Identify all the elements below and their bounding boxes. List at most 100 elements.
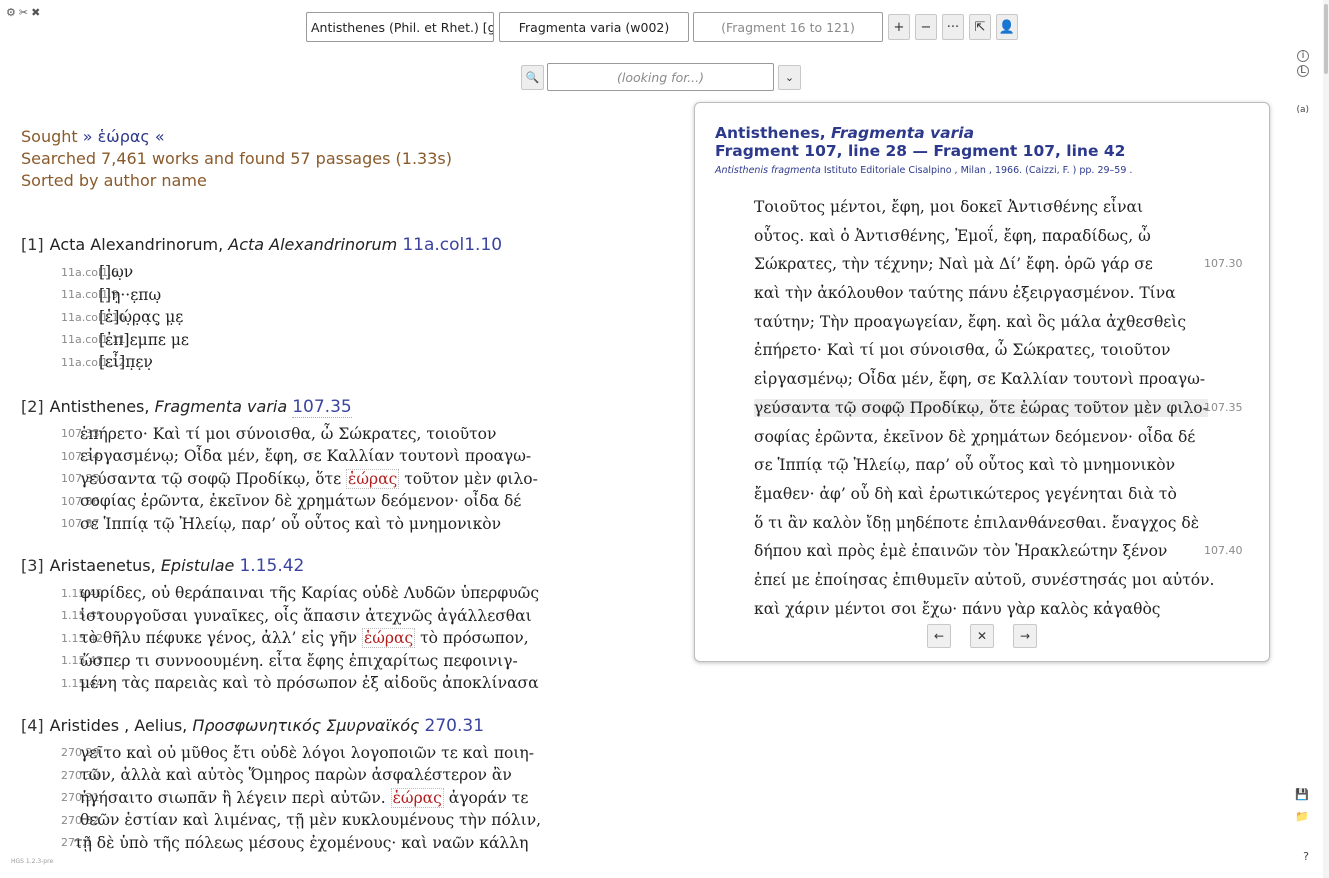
result-location[interactable]: 11a.col1.10 bbox=[402, 235, 502, 255]
panel-line-text: ὅ τι ἂν καλὸν ἴδῃ μηδέποτε ἐπιλανθάνεσθα… bbox=[754, 513, 1200, 532]
result-item: [4] Aristides , Aelius, Προσφωνητικός Σμυ… bbox=[21, 714, 601, 855]
panel-text: Τοιοῦτος μέντοι, ἔφη, μοι δοκεῖ Ἀντισθέν… bbox=[754, 193, 1254, 623]
text-pre: [ἑ]ώ̣ρ̣α̣ς̣ μ̣ε̣ bbox=[99, 308, 184, 327]
search-input[interactable] bbox=[547, 63, 774, 91]
passage-line: 1.15.41 ἱστουργοῦσαι γυναῖκες, οἷς ἅπασιν… bbox=[21, 605, 601, 628]
result-lines: 270.29 γεῖτο καὶ οὐ μῦθος ἔτι οὐδὲ λόγοι … bbox=[21, 742, 601, 855]
result-lines: 1.15.40 φυρίδες, οὐ θεράπαιναι τῆς Καρίας… bbox=[21, 582, 601, 695]
text-post: τοῦτον μὲν φιλο- bbox=[399, 469, 538, 488]
line-number: 1.15.41 bbox=[61, 609, 103, 623]
more-button[interactable]: ··· bbox=[942, 14, 964, 40]
panel-line-text: Σώκρατες, τὴν τέχνην; Ναὶ μὰ Δί’ ἔφη. ὁρ… bbox=[754, 255, 1153, 274]
result-number: [2] bbox=[21, 396, 44, 416]
passage-line: 1.15.42 τὸ θῆλυ πέφυκε γένος, ἀλλ’ εἰς γῆ… bbox=[21, 627, 601, 650]
passage-line: 1.15.40 φυρίδες, οὐ θεράπαιναι τῆς Καρίας… bbox=[21, 582, 601, 605]
text-post: ἀγοράν τε bbox=[443, 788, 529, 807]
sort-info: Sorted by author name bbox=[21, 171, 207, 190]
close-panel-icon[interactable]: ✕ bbox=[970, 624, 994, 648]
result-author: Acta Alexandrinorum bbox=[49, 235, 219, 254]
line-number: 1.15.43 bbox=[61, 654, 103, 668]
line-text: []η̣··ε̣πω̣ bbox=[99, 286, 161, 304]
panel-line-text: γεύσαντα τῷ σοφῷ Προδίκῳ, ὅτε ἑώρας τοῦτ… bbox=[754, 398, 1208, 417]
result-location[interactable]: 107.35 bbox=[292, 396, 352, 418]
line-number: 11a.col1.11 bbox=[61, 333, 126, 347]
passage-line: 107.34 εἰργασμένῳ; Οἶδα μέν, ἔφη, σε Καλλ… bbox=[21, 445, 601, 468]
search-row: 🔍 ⌄ bbox=[521, 63, 801, 91]
panel-line: ὅ τι ἂν καλὸν ἴδῃ μηδέποτε ἐπιλανθάνεσθα… bbox=[754, 509, 1254, 538]
line-number: 11a.col1.9 bbox=[61, 288, 119, 302]
lexicon-icon[interactable]: L bbox=[1297, 65, 1309, 77]
panel-line: σοφίας ἐρῶντα, ἐκεῖνον δὲ χρημάτων δεόμε… bbox=[754, 423, 1254, 452]
remove-button[interactable]: − bbox=[915, 14, 937, 40]
sought-term: ἑώρας bbox=[97, 127, 150, 146]
panel-line-number: 107.40 bbox=[1204, 544, 1243, 558]
line-text: [ἑ]ώ̣ρ̣α̣ς̣ μ̣ε̣ bbox=[99, 308, 183, 326]
text-pre: τῶν, ἀλλὰ καὶ αὐτὸς Ὅμηρος παρὼν ἀσφαλέσ… bbox=[80, 766, 512, 785]
open-external-icon[interactable]: ⇱ bbox=[969, 14, 991, 40]
line-text: τῶν, ἀλλὰ καὶ αὐτὸς Ὅμηρος παρὼν ἀσφαλέσ… bbox=[80, 766, 512, 784]
resize-icon[interactable]: ✂ bbox=[19, 7, 28, 19]
next-icon[interactable]: → bbox=[1013, 624, 1037, 648]
line-text: σοφίας ἐρῶντα, ἐκεῖνον δὲ χρημάτων δεόμε… bbox=[80, 492, 521, 510]
result-author: Aristides , Aelius bbox=[49, 715, 183, 735]
results-list: [1] Acta Alexandrinorum, Acta Alexandrino… bbox=[21, 233, 601, 873]
work-selector[interactable]: Fragmenta varia (w002) bbox=[499, 12, 689, 42]
panel-line: σε Ἱππίᾳ τῷ Ἠλείῳ, παρ’ οὗ οὗτος καὶ τὸ … bbox=[754, 451, 1254, 480]
text-pre: γεύσαντα τῷ σοφῷ Προδίκῳ, ὅτε bbox=[80, 469, 347, 488]
panel-line-number: 107.35 bbox=[1204, 400, 1243, 414]
passage-line: 11a.col1.8 []ω̣ν bbox=[21, 261, 601, 284]
panel-line-text: ταύτην; Τὴν προαγωγείαν, ἔφη. καὶ ὃς μάλ… bbox=[754, 312, 1187, 331]
panel-nav: ← ✕ → bbox=[695, 624, 1269, 648]
result-work: Προσφωνητικός Σμυρναϊκός bbox=[192, 715, 420, 735]
passage-line: 270.31 ἡγήσαιτο σιωπᾶν ἢ λέγειν περὶ αὐτῶ… bbox=[21, 787, 601, 810]
passage-line: 270.32 θεῶν ἑστίαν καὶ λιμένας, τῇ μὲν κυ… bbox=[21, 809, 601, 832]
panel-line-text: δήπου καὶ πρὸς ἐμὲ ἐπαινῶν τὸν Ἡρακλεώτη… bbox=[754, 542, 1168, 561]
panel-line-text: σοφίας ἐρῶντα, ἐκεῖνον δὲ χρημάτων δεόμε… bbox=[754, 427, 1196, 446]
line-number: 270.31 bbox=[61, 791, 100, 805]
line-text: μένη τὰς παρειὰς καὶ τὸ πρόσωπον ἐξ αἰδο… bbox=[80, 674, 539, 692]
panel-line: καὶ τὴν ἀκόλουθον ταύτης πάνυ ἐξειργασμέ… bbox=[754, 279, 1254, 308]
line-text: [εἶ]π̣ε̣ν̣ bbox=[99, 353, 153, 371]
citation-title: Antisthenis fragmenta bbox=[715, 165, 821, 176]
author-selector[interactable]: Antisthenes (Phil. et Rhet.) [gr0 bbox=[306, 12, 494, 42]
user-icon[interactable]: 👤 bbox=[996, 14, 1018, 40]
line-text: γεῖτο καὶ οὐ μῦθος ἔτι οὐδὲ λόγοι λογοπο… bbox=[80, 744, 534, 762]
line-number: 107.36 bbox=[61, 494, 100, 508]
panel-line-number: 107.30 bbox=[1204, 257, 1243, 271]
result-location[interactable]: 1.15.42 bbox=[239, 556, 304, 576]
browser-panel: Antisthenes, Fragmenta varia Fragment 10… bbox=[694, 102, 1270, 662]
range-selector[interactable]: (Fragment 16 to 121) bbox=[693, 12, 883, 42]
scrollbar[interactable] bbox=[1323, 0, 1329, 878]
info-icon[interactable]: i bbox=[1297, 50, 1309, 62]
result-header: [1] Acta Alexandrinorum, Acta Alexandrino… bbox=[21, 233, 601, 257]
settings-icon[interactable]: ⚙ bbox=[6, 7, 16, 19]
result-lines: 11a.col1.8 []ω̣ν 11a.col1.9 []η̣··ε̣πω̣ 11a.… bbox=[21, 261, 601, 374]
search-summary: Sought » ἑώρας « Searched 7,461 works an… bbox=[21, 126, 452, 192]
help-icon[interactable]: ? bbox=[1303, 850, 1309, 863]
result-number: [4] bbox=[21, 715, 44, 735]
close-icon[interactable]: ✖ bbox=[31, 7, 40, 19]
result-number: [3] bbox=[21, 556, 44, 575]
previous-icon[interactable]: ← bbox=[927, 624, 951, 648]
search-icon[interactable]: 🔍 bbox=[521, 64, 544, 90]
line-number: 270.32 bbox=[61, 813, 100, 827]
result-header: [3] Aristaenetus, Epistulae 1.15.42 bbox=[21, 554, 601, 578]
result-location[interactable]: 270.31 bbox=[425, 716, 484, 736]
chevron-down-icon[interactable]: ⌄ bbox=[778, 64, 801, 90]
panel-comma: , bbox=[819, 124, 832, 142]
result-item: [3] Aristaenetus, Epistulae 1.15.42 1.15.4… bbox=[21, 554, 601, 695]
passage-line: 107.35 γεύσαντα τῷ σοφῷ Προδίκῳ, ὅτε ἑώρα… bbox=[21, 468, 601, 491]
text-pre: σοφίας ἐρῶντα, ἐκεῖνον δὲ χρημάτων δεόμε… bbox=[80, 492, 522, 511]
add-button[interactable]: + bbox=[888, 14, 910, 40]
line-number: 270.29 bbox=[61, 746, 100, 760]
save-icon[interactable]: 💾 bbox=[1295, 788, 1309, 801]
text-pre: ἐπήρετο· Καὶ τί μοι σύνοισθα, ὦ Σώκρατες… bbox=[80, 424, 497, 443]
result-author: Antisthenes bbox=[49, 396, 145, 416]
line-number: 271.1 bbox=[61, 836, 93, 850]
alpha-icon[interactable]: (a) bbox=[1296, 105, 1309, 115]
folder-icon[interactable]: 📁 bbox=[1295, 810, 1309, 823]
scrollbar-thumb[interactable] bbox=[1324, 4, 1328, 74]
panel-line-text: σε Ἱππίᾳ τῷ Ἠλείῳ, παρ’ οὗ οὗτος καὶ τὸ … bbox=[754, 456, 1176, 475]
search-hit: ἑώρας bbox=[390, 787, 444, 808]
text-pre: εἰργασμένῳ; Οἶδα μέν, ἔφη, σε Καλλίαν το… bbox=[80, 447, 532, 466]
